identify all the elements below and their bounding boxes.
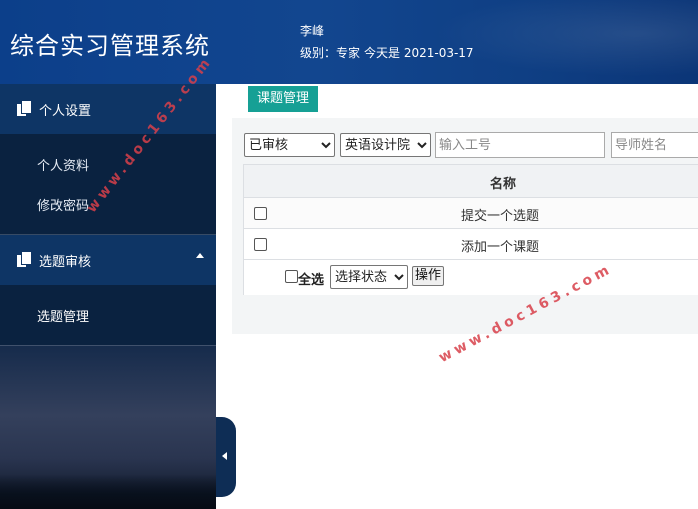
chevron-up-icon[interactable]: [196, 253, 204, 258]
sidebar-divider: [0, 345, 216, 346]
table-header-row: 名称: [244, 165, 698, 198]
table-row: 提交一个选题: [244, 198, 698, 229]
user-level: 级别：专家: [300, 46, 361, 60]
operate-button[interactable]: 操作: [412, 266, 445, 286]
sidebar: 个人设置 个人资料 修改密码 选题审核 选题管理: [0, 84, 216, 509]
sidebar-item-change-password[interactable]: 修改密码: [37, 195, 89, 214]
employee-id-input[interactable]: [435, 132, 605, 158]
advisor-name-input[interactable]: [611, 132, 698, 158]
topic-table: 名称 提交一个选题 添加一个课题 全选 选择状态 操作: [243, 164, 698, 295]
tab-topic-management[interactable]: 课题管理: [248, 86, 318, 112]
sidebar-background-skyline: [0, 474, 216, 509]
column-header-name: 名称: [490, 177, 517, 192]
topic-name-cell: 提交一个选题: [461, 209, 540, 224]
topic-name-cell: 添加一个课题: [461, 240, 540, 255]
copy-icon: [17, 252, 31, 268]
state-select[interactable]: 选择状态: [330, 265, 408, 289]
row-checkbox[interactable]: [254, 238, 267, 251]
sidebar-item-topic-management[interactable]: 选题管理: [37, 306, 89, 325]
user-name: 李峰: [300, 24, 325, 38]
user-info: 级别：专家 今天是 2021-03-17: [300, 44, 478, 61]
table-row: 添加一个课题: [244, 229, 698, 260]
sidebar-collapse-toggle[interactable]: [216, 417, 236, 497]
app-title: 综合实习管理系统: [10, 32, 210, 60]
sidebar-section-label: 个人设置: [39, 104, 92, 119]
sidebar-section-label: 选题审核: [39, 255, 92, 270]
sidebar-item-profile[interactable]: 个人资料: [37, 155, 89, 174]
chevron-left-icon: [222, 452, 227, 460]
sidebar-submenu-review: 选题管理: [0, 285, 216, 345]
row-checkbox[interactable]: [254, 207, 267, 220]
select-all-label: 全选: [298, 273, 325, 288]
sidebar-section-topic-review[interactable]: 选题审核: [0, 235, 216, 285]
table-footer-row: 全选 选择状态 操作: [244, 260, 698, 295]
current-date: 今天是 2021-03-17: [364, 46, 474, 60]
copy-icon: [17, 101, 31, 117]
top-header: 综合实习管理系统 李峰 级别：专家 今天是 2021-03-17: [0, 0, 698, 84]
review-status-select[interactable]: 已审核: [244, 133, 335, 157]
select-all-checkbox[interactable]: [285, 270, 298, 283]
college-select[interactable]: 英语设计院: [340, 133, 431, 157]
